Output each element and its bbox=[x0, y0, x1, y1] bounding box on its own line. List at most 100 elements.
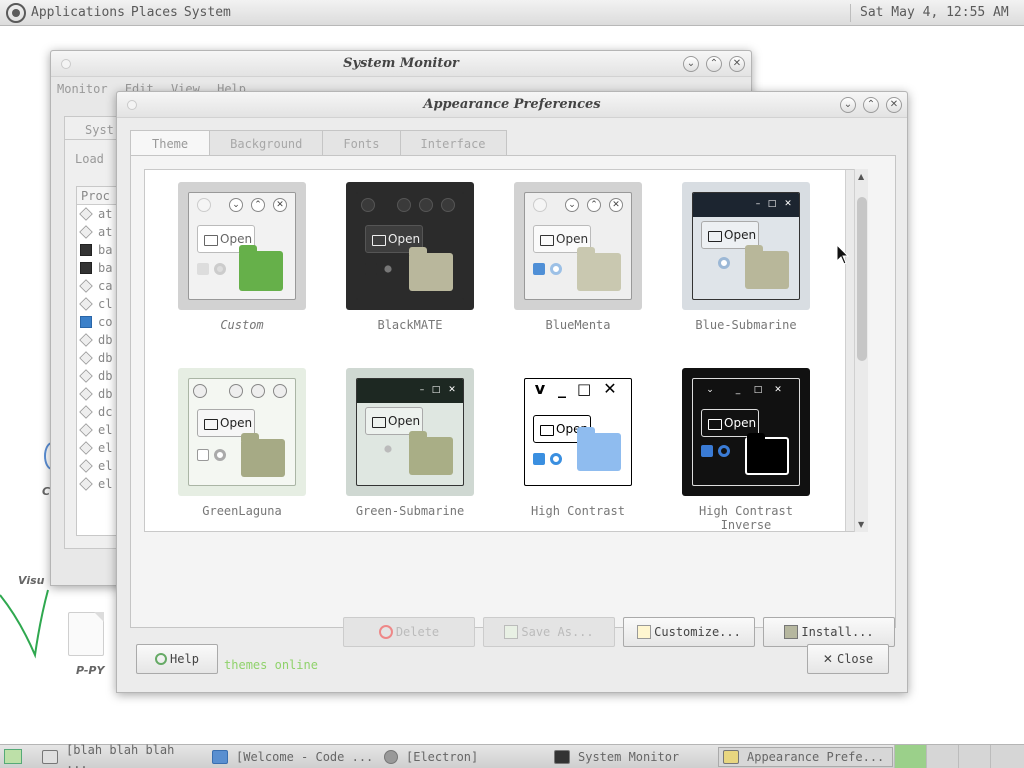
electron-icon bbox=[384, 750, 398, 764]
places-menu[interactable]: Places bbox=[130, 5, 179, 20]
workspace-1[interactable] bbox=[894, 745, 926, 768]
process-row[interactable]: ca bbox=[77, 277, 120, 295]
appearance-preferences-window[interactable]: Appearance Preferences ⌄ ⌃ ✕ Theme Backg… bbox=[116, 91, 908, 693]
task-system-monitor[interactable]: System Monitor bbox=[550, 747, 715, 767]
theme-high-contrast-inverse[interactable]: ⌄ _ □ ✕ Open High Contrast Inverse bbox=[671, 368, 821, 532]
appearance-icon bbox=[723, 750, 739, 764]
load-label: Load bbox=[75, 152, 104, 166]
system-monitor-titlebar[interactable]: System Monitor ⌄ ⌃ ✕ bbox=[51, 51, 751, 77]
close-button[interactable]: ✕ Close bbox=[807, 644, 889, 674]
theme-name: High Contrast bbox=[531, 504, 625, 518]
panel-separator bbox=[850, 4, 851, 22]
close-x-icon: ✕ bbox=[822, 652, 833, 666]
task-appearance[interactable]: Appearance Prefe... bbox=[718, 747, 893, 767]
delete-icon bbox=[378, 625, 393, 639]
process-list[interactable]: Proc at at ba ba ca cl co db db db db dc el el el el bbox=[76, 186, 121, 536]
appearance-titlebar[interactable]: Appearance Preferences ⌄ ⌃ ✕ bbox=[117, 92, 907, 118]
gear-icon bbox=[79, 279, 93, 293]
maximize-icon[interactable]: ⌃ bbox=[863, 97, 879, 113]
delete-button[interactable]: Delete bbox=[343, 617, 475, 647]
menu-monitor[interactable]: Monitor bbox=[57, 82, 108, 96]
top-panel: Applications Places System Sat May 4, 12… bbox=[0, 0, 1024, 26]
process-row[interactable]: ba bbox=[77, 241, 120, 259]
scroll-up-icon[interactable]: ▲ bbox=[858, 172, 864, 181]
theme-scrollbar[interactable]: ▲ ▼ bbox=[854, 169, 868, 532]
process-row[interactable]: el bbox=[77, 421, 120, 439]
theme-grid[interactable]: ⌄ ⌃ ✕ Open Custom Open BlackMATE ⌄ ⌃ ✕ O… bbox=[144, 169, 860, 532]
workspace-3[interactable] bbox=[958, 745, 990, 768]
clock[interactable]: Sat May 4, 12:55 AM bbox=[860, 5, 1009, 20]
task-code[interactable]: [Welcome - Code ... bbox=[208, 747, 378, 767]
help-icon bbox=[155, 653, 168, 665]
theme-name: Green-Submarine bbox=[355, 504, 465, 518]
desktop-icon-label[interactable]: P-PY bbox=[76, 664, 104, 677]
desktop-label-c: C bbox=[42, 485, 51, 498]
show-desktop-icon[interactable] bbox=[4, 749, 22, 764]
process-name: el bbox=[98, 459, 113, 473]
maximize-icon[interactable]: ⌃ bbox=[706, 56, 722, 72]
minimize-icon[interactable]: ⌄ bbox=[840, 97, 856, 113]
process-name: el bbox=[98, 423, 113, 437]
theme-name: Blue-Submarine bbox=[695, 318, 797, 332]
code-icon bbox=[80, 316, 92, 328]
process-row[interactable]: ba bbox=[77, 259, 120, 277]
task-electron[interactable]: [Electron] bbox=[380, 747, 540, 767]
process-name: at bbox=[98, 225, 113, 239]
process-row[interactable]: db bbox=[77, 385, 120, 403]
process-row[interactable]: co bbox=[77, 313, 120, 331]
scroll-thumb[interactable] bbox=[857, 197, 867, 361]
process-row[interactable]: db bbox=[77, 331, 120, 349]
theme-preview: Open bbox=[346, 182, 474, 310]
theme-name: GreenLaguna bbox=[202, 504, 282, 518]
terminal-icon bbox=[42, 750, 58, 764]
process-row[interactable]: cl bbox=[77, 295, 120, 313]
system-menu[interactable]: System bbox=[183, 5, 232, 20]
theme-blackmate[interactable]: Open BlackMATE bbox=[335, 182, 485, 332]
process-row[interactable]: el bbox=[77, 457, 120, 475]
process-name: dc bbox=[98, 405, 113, 419]
theme-custom[interactable]: ⌄ ⌃ ✕ Open Custom bbox=[167, 182, 317, 332]
process-column-header[interactable]: Proc bbox=[77, 187, 120, 205]
applications-menu[interactable]: Applications bbox=[30, 5, 126, 20]
process-row[interactable]: db bbox=[77, 367, 120, 385]
theme-bluementa[interactable]: ⌄ ⌃ ✕ Open BlueMenta bbox=[503, 182, 653, 332]
process-row[interactable]: dc bbox=[77, 403, 120, 421]
theme-preview: ⌄ ⌃ ✕ Open bbox=[514, 182, 642, 310]
minimize-icon[interactable]: ⌄ bbox=[683, 56, 699, 72]
process-row[interactable]: at bbox=[77, 205, 120, 223]
code-icon bbox=[212, 750, 228, 764]
gear-icon bbox=[79, 333, 93, 347]
gear-icon bbox=[79, 405, 93, 419]
theme-preview: – □ ✕ Open bbox=[346, 368, 474, 496]
save-as-button[interactable]: Save As... bbox=[483, 617, 615, 647]
scroll-down-icon[interactable]: ▼ bbox=[858, 520, 864, 529]
tab-fonts[interactable]: Fonts bbox=[323, 130, 401, 156]
process-name: co bbox=[98, 315, 113, 329]
theme-blue-submarine[interactable]: – □ ✕ Open Blue-Submarine bbox=[671, 182, 821, 332]
gear-icon bbox=[79, 459, 93, 473]
process-row[interactable]: at bbox=[77, 223, 120, 241]
help-button[interactable]: Help bbox=[136, 644, 218, 674]
mate-logo-icon[interactable] bbox=[6, 2, 26, 23]
process-row[interactable]: el bbox=[77, 439, 120, 457]
workspace-4[interactable] bbox=[990, 745, 1024, 768]
process-row[interactable]: el bbox=[77, 475, 120, 493]
gear-icon bbox=[79, 207, 93, 221]
theme-name: High Contrast Inverse bbox=[699, 504, 793, 532]
task-terminal[interactable]: [blah blah blah ... bbox=[38, 743, 203, 768]
python-file-icon[interactable] bbox=[68, 612, 104, 656]
gear-icon bbox=[79, 225, 93, 239]
tab-interface[interactable]: Interface bbox=[400, 130, 507, 156]
tab-background[interactable]: Background bbox=[210, 130, 324, 156]
theme-greenlaguna[interactable]: Open GreenLaguna bbox=[167, 368, 317, 518]
close-icon[interactable]: ✕ bbox=[729, 56, 745, 72]
close-icon[interactable]: ✕ bbox=[886, 97, 902, 113]
process-row[interactable]: db bbox=[77, 349, 120, 367]
theme-high-contrast[interactable]: v _ □ ✕ Open High Contrast bbox=[503, 368, 653, 518]
theme-green-submarine[interactable]: – □ ✕ Open Green-Submarine bbox=[335, 368, 485, 518]
tab-theme[interactable]: Theme bbox=[130, 130, 211, 156]
workspace-2[interactable] bbox=[926, 745, 958, 768]
process-name: cl bbox=[98, 297, 113, 311]
install-button[interactable]: Install... bbox=[763, 617, 895, 647]
customize-button[interactable]: Customize... bbox=[623, 617, 755, 647]
